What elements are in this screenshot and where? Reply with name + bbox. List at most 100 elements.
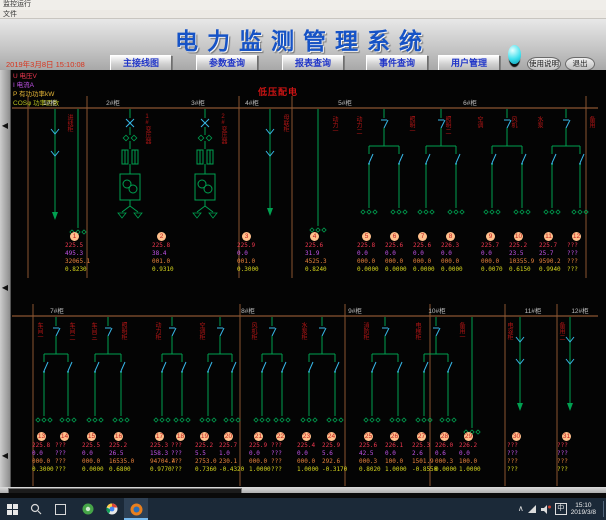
meter-value: 0.0000 [441,266,470,274]
task-view-icon [55,504,66,515]
help-button[interactable]: 使用说明 [527,57,561,71]
meter-value: ??? [567,242,596,250]
meter-number-badge: 28 [440,432,449,441]
cabinet-label: 2#柜 [106,97,120,107]
meter-readout-30: 30???????????? [504,432,536,474]
taskbar-app-browser[interactable] [100,498,124,520]
taskbar-app-scada-active[interactable] [124,498,148,520]
start-button[interactable] [0,498,24,520]
cabinet-label: 12#柜 [571,305,588,315]
clock-date: 2019/3/8 [571,509,596,517]
meter-readout-20: 20225.71.0230.1-0.4320 [216,432,248,474]
meter-number-badge: 17 [155,432,164,441]
scroll-arrow-icon[interactable]: ◀ [0,452,10,460]
green-app-icon [82,503,94,515]
scroll-strip[interactable] [0,70,11,487]
meter-number-badge: 15 [87,432,96,441]
meter-value: 001.0 [237,258,266,266]
exit-button[interactable]: 退出 [565,57,595,71]
meter-number-badge: 6 [390,232,399,241]
feeder-name-label: 1#变压器 [143,114,150,144]
meter-value: 0.8240 [305,266,334,274]
network-icon[interactable] [528,505,537,514]
meter-value: ??? [567,258,596,266]
meter-number-badge: 25 [364,432,373,441]
meter-readout-10: 10225.223.510355.90.6150 [506,232,538,274]
meter-readout-16: 16225.226.516535.00.6800 [106,432,138,474]
single-line-diagram [0,70,606,487]
meter-value: ??? [507,466,536,474]
volume-icon[interactable] [541,505,551,514]
meter-value: 0.6800 [109,466,138,474]
feeder-name-label: 动力二 [354,116,361,134]
feeder-name-label: 水泵柜 [299,322,306,340]
feeder-name-label: 车间一 [35,322,42,340]
menu-bar: 文件 [0,10,606,19]
feeder-name-label: 消防柜 [361,322,368,340]
meter-value: ??? [557,442,586,450]
task-view-button[interactable] [48,498,72,520]
meter-value: 230.1 [219,458,248,466]
meter-number-badge: 14 [60,432,69,441]
feeder-name-label: 照明一 [407,116,414,134]
meter-value: 225.7 [219,442,248,450]
meter-value: 31.9 [305,250,334,258]
meter-value: ??? [567,266,596,274]
meter-readout-29: 29226.20.0100.01.0000 [456,432,488,474]
meter-value: 23.5 [509,250,538,258]
scada-app-icon [130,503,143,516]
meter-readout-12: 12???????????? [564,232,596,274]
cabinet-label: 8#柜 [241,305,255,315]
taskbar-app-green[interactable] [76,498,100,520]
meter-value: 225.2 [509,242,538,250]
taskbar-clock[interactable]: 15:10 2019/3/8 [571,502,596,517]
meter-value: 226.3 [441,242,470,250]
show-desktop-button[interactable] [603,501,604,517]
meter-number-badge: 1 [70,232,79,241]
meter-value: -0.4320 [219,466,248,474]
meter-readout-3: 3225.90.0001.00.3000 [234,232,266,274]
meter-value: ??? [507,458,536,466]
system-tray: ∧ 中 15:10 2019/3/8 [518,498,604,520]
meter-readout-2: 2225.838.4001.00.9310 [149,232,181,274]
meter-value: 225.2 [109,442,138,450]
tray-chevron-icon[interactable]: ∧ [518,498,524,520]
meter-number-badge: 4 [310,232,319,241]
meter-number-badge: 26 [390,432,399,441]
meter-number-badge: 24 [327,432,336,441]
meter-value: 0.0 [441,250,470,258]
meter-value: 16535.0 [109,458,138,466]
cabinet-label: 6#柜 [463,97,477,107]
ime-indicator[interactable]: 中 [555,503,567,515]
cabinet-label: 10#柜 [428,305,445,315]
meter-number-badge: 7 [418,232,427,241]
app-header: 电力监测管理系统 2019年3月8日 15:10:08 主接线图参数查询报表查询… [0,19,606,70]
meter-value: 0.6150 [509,266,538,274]
meter-number-badge: 2 [157,232,166,241]
meter-value: 001.0 [152,258,181,266]
meter-number-badge: 11 [544,232,553,241]
legend-item-2: I 电流A [13,81,59,90]
meter-value: 292.6 [322,458,351,466]
meter-value: ??? [557,458,586,466]
meter-readout-4: 4225.631.94525.30.8240 [302,232,334,274]
cabinet-label: 9#柜 [348,305,362,315]
area-label: 低压配电 [258,85,298,98]
feeder-name-label: 车间三 [89,322,96,340]
meter-value: 225.9 [237,242,266,250]
meter-value: 0.9310 [152,266,181,274]
legend-item-1: U 电压V [13,72,59,81]
meter-value: 225.8 [152,242,181,250]
meter-readout-8: 8226.30.0000.00.0000 [438,232,470,274]
meter-value: 1.0000 [459,466,488,474]
scroll-arrow-icon[interactable]: ◀ [0,122,10,130]
window-titlebar: 监控运行 [0,0,606,10]
feeder-name-label: 备用 [587,116,594,128]
meter-value: ??? [567,250,596,258]
cabinet-label: 11#柜 [525,305,542,315]
search-button[interactable] [24,498,48,520]
meter-value: 225.9 [322,442,351,450]
menu-item-file[interactable]: 文件 [3,11,17,18]
meter-number-badge: 9 [486,232,495,241]
scroll-arrow-icon[interactable]: ◀ [0,284,10,292]
